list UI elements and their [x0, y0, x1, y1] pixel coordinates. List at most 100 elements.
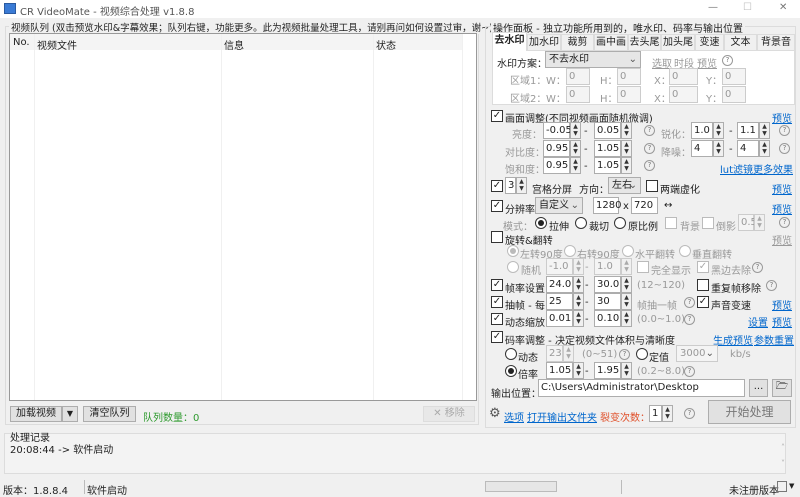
drop-min[interactable]: 25 — [546, 293, 573, 310]
help-icon[interactable]: ? — [752, 262, 763, 273]
spinner[interactable]: ▲ ▼ — [759, 140, 770, 157]
random-max[interactable]: 1.0 — [594, 258, 621, 275]
help-icon[interactable]: ? — [779, 125, 790, 136]
contrast-min[interactable]: 0.95 — [543, 140, 570, 157]
region2-h[interactable]: 0 — [617, 86, 641, 103]
fixed-radio[interactable] — [636, 348, 648, 360]
dup-frame-checkbox[interactable] — [697, 279, 709, 291]
saturation-max[interactable]: 1.05 — [594, 157, 621, 174]
spinner[interactable]: ▲ ▼ — [573, 293, 584, 310]
ratio-radio[interactable] — [505, 365, 517, 377]
denoise-min[interactable]: 4 — [691, 140, 713, 157]
full-display-checkbox[interactable] — [637, 261, 649, 273]
gen-preview-link[interactable]: 生成预览 — [713, 332, 753, 347]
help-icon[interactable]: ? — [779, 217, 790, 228]
sharpen-max[interactable]: 1.1 — [737, 122, 759, 139]
height-input[interactable]: 720 — [631, 197, 658, 214]
open-folder-icon[interactable]: 🗁 — [772, 379, 792, 397]
resolution-select[interactable]: 自定义 ⌄ — [535, 197, 583, 214]
dynamic-radio[interactable] — [505, 348, 517, 360]
tab-trim[interactable]: 去头尾 — [628, 34, 661, 50]
remove-button[interactable]: ✕ 移除 — [423, 406, 475, 422]
contrast-max[interactable]: 1.05 — [594, 140, 621, 157]
spinner[interactable]: ▲ ▼ — [759, 122, 770, 139]
saturation-min[interactable]: 0.95 — [543, 157, 570, 174]
random-min[interactable]: -1.0 — [546, 258, 573, 275]
spinner[interactable]: ▲ ▼ — [563, 345, 574, 362]
framerate-checkbox[interactable]: ✓ — [491, 279, 503, 291]
spinner[interactable]: ▲ ▼ — [621, 157, 632, 174]
width-input[interactable]: 1280 — [593, 197, 621, 214]
grid-preview-link[interactable]: 预览 — [772, 181, 792, 196]
ratio-radio[interactable] — [614, 217, 626, 229]
start-button[interactable]: 开始处理 — [708, 400, 791, 424]
right90-radio[interactable] — [564, 245, 576, 257]
spinner[interactable]: ▲ ▼ — [573, 276, 584, 293]
ratio-min[interactable]: 1.05 — [546, 362, 573, 379]
region1-y[interactable]: 0 — [722, 68, 746, 85]
zoom-checkbox[interactable]: ✓ — [491, 313, 503, 325]
drop-frame-checkbox[interactable]: ✓ — [491, 296, 503, 308]
clear-queue-button[interactable]: 清空队列 — [83, 406, 136, 422]
spinner[interactable]: ▲ ▼ — [662, 405, 673, 422]
col-info[interactable]: 信息 — [224, 37, 244, 52]
tab-crop[interactable]: 裁剪 — [561, 34, 594, 50]
black-border-checkbox[interactable]: ✓ — [697, 261, 709, 273]
options-link[interactable]: 选项 — [504, 409, 524, 424]
spinner[interactable]: ▲ ▼ — [573, 310, 584, 327]
log-scrollbar[interactable]: ˄ ˅ — [778, 440, 788, 472]
reflection-checkbox[interactable] — [702, 217, 714, 229]
help-icon[interactable]: ? — [684, 408, 695, 419]
grid-checkbox[interactable]: ✓ — [491, 180, 503, 192]
tab-add-intro[interactable]: 加头尾 — [661, 34, 695, 50]
framerate-min[interactable]: 24.0 — [546, 276, 573, 293]
help-icon[interactable]: ? — [619, 349, 630, 360]
spinner[interactable]: ▲ ▼ — [621, 310, 632, 327]
region2-w[interactable]: 0 — [566, 86, 590, 103]
resolution-preview-link[interactable]: 预览 — [772, 201, 792, 216]
open-output-folder-link[interactable]: 打开输出文件夹 — [527, 409, 597, 424]
tab-pip[interactable]: 画中画 — [594, 34, 628, 50]
drop-preview-link[interactable]: 预览 — [772, 297, 792, 312]
bitrate-checkbox[interactable]: ✓ — [491, 331, 503, 343]
resolution-checkbox[interactable]: ✓ — [491, 200, 503, 212]
help-icon[interactable]: ? — [644, 125, 655, 136]
fixed-bitrate-select[interactable]: 3000 ⌄ — [676, 345, 718, 362]
tab-text[interactable]: 文本 — [724, 34, 757, 50]
reset-link[interactable]: 参数重置 — [754, 332, 794, 347]
help-icon[interactable]: ? — [644, 160, 655, 171]
spinner[interactable]: ▲ ▼ — [516, 177, 527, 194]
rotate-checkbox[interactable] — [491, 231, 503, 243]
stretch-radio[interactable] — [535, 217, 547, 229]
brightness-min[interactable]: -0.05 — [543, 122, 572, 139]
spinner[interactable]: ▲ ▼ — [621, 140, 632, 157]
help-icon[interactable]: ? — [779, 143, 790, 154]
spinner[interactable]: ▲ ▼ — [754, 214, 765, 231]
spinner[interactable]: ▲ ▼ — [713, 140, 724, 157]
maximize-button[interactable]: ☐ — [743, 2, 752, 13]
region1-w[interactable]: 0 — [566, 68, 590, 85]
region1-x[interactable]: 0 — [669, 68, 698, 85]
zoom-min[interactable]: 0.01 — [546, 310, 573, 327]
brightness-max[interactable]: 0.05 — [594, 122, 621, 139]
region2-x[interactable]: 0 — [669, 86, 698, 103]
load-video-button[interactable]: 加载视频 — [10, 406, 62, 422]
chevron-down-icon[interactable]: ▼ — [789, 482, 794, 490]
crf-input[interactable]: 23 — [546, 345, 563, 362]
random-radio[interactable] — [507, 261, 519, 273]
crop-radio[interactable] — [575, 217, 587, 229]
direction-select[interactable]: 左右 ⌄ — [608, 177, 641, 194]
col-status[interactable]: 状态 — [376, 37, 396, 52]
spinner[interactable]: ▲ ▼ — [621, 276, 632, 293]
zoom-preview-link[interactable]: 预览 — [772, 314, 792, 329]
queue-table[interactable]: No. 视频文件 信息 状态 — [9, 33, 477, 401]
spinner[interactable]: ▲ ▼ — [570, 140, 581, 157]
spinner[interactable]: ▲ ▼ — [573, 362, 584, 379]
tab-bgm[interactable]: 背景音 — [757, 34, 795, 50]
zoom-settings-link[interactable]: 设置 — [748, 314, 768, 329]
swap-icon[interactable]: ↔ — [664, 200, 672, 211]
vflip-radio[interactable] — [679, 245, 691, 257]
background-checkbox[interactable] — [665, 217, 677, 229]
minimize-button[interactable]: — — [708, 2, 718, 13]
help-icon[interactable]: ? — [722, 55, 733, 66]
